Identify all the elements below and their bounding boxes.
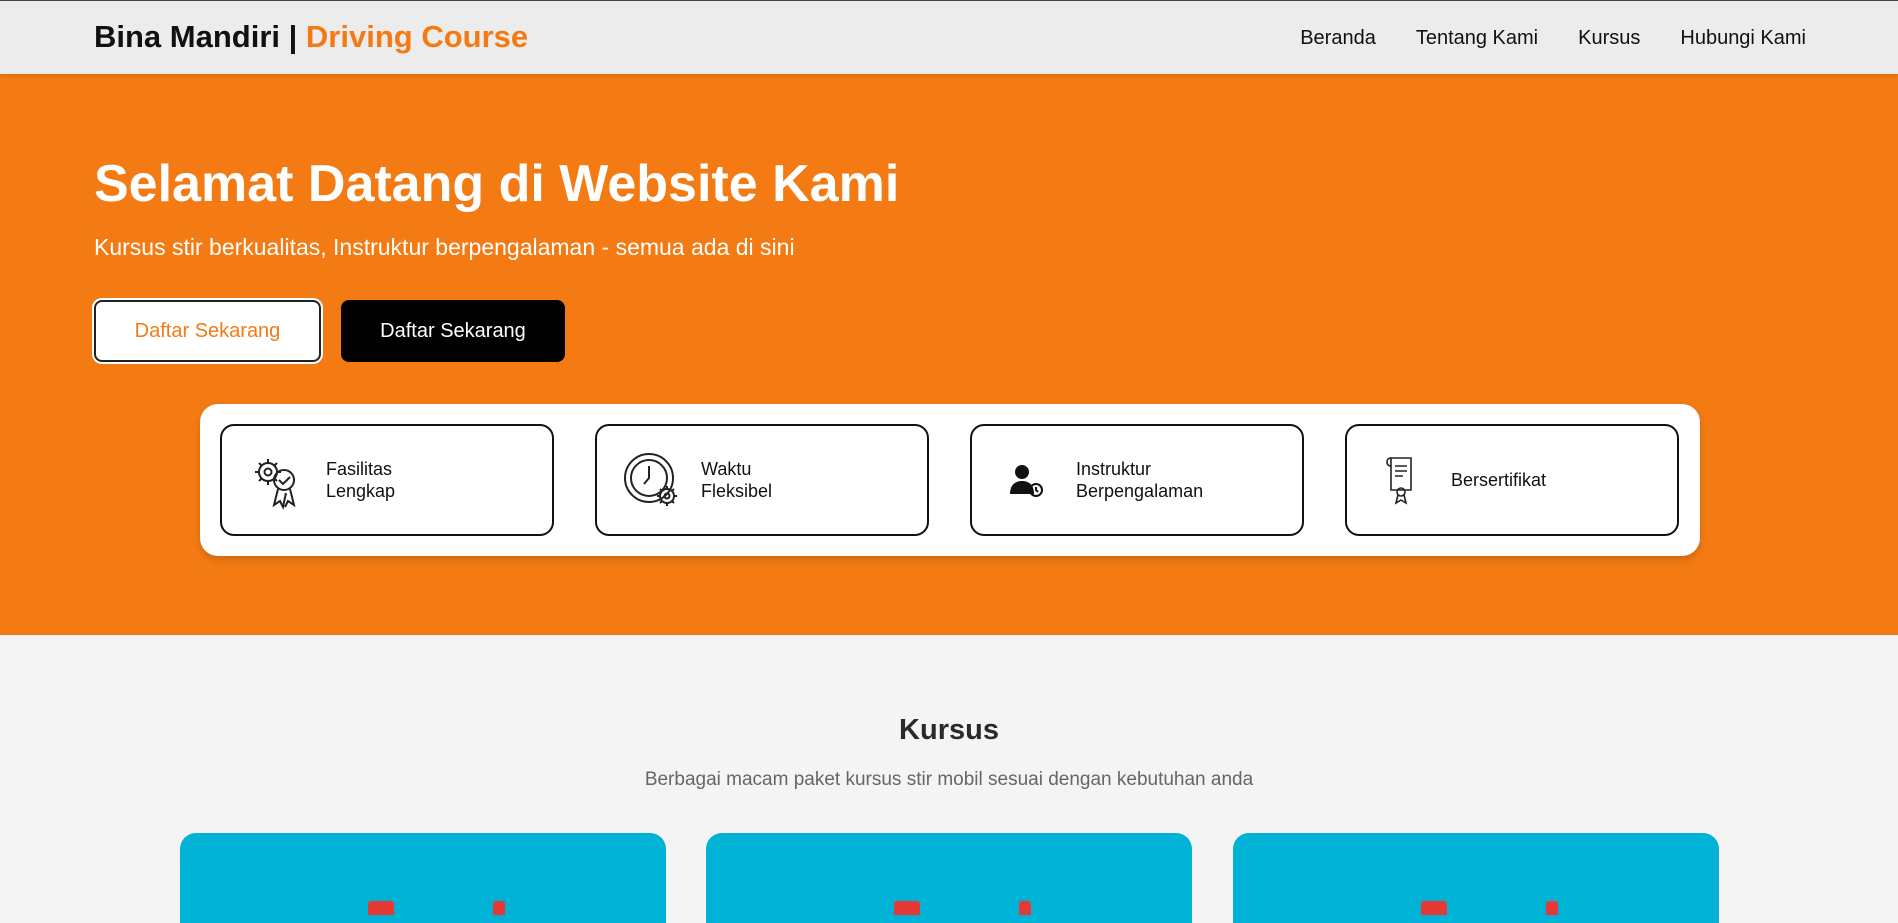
register-button-primary[interactable]: Daftar Sekarang	[94, 300, 321, 362]
course-card[interactable]	[706, 833, 1192, 923]
car-icon-part	[1019, 901, 1031, 915]
clock-gear-icon	[624, 453, 677, 506]
feature-card-instruktur: Instruktur Berpengalaman	[970, 424, 1304, 536]
car-icon	[894, 901, 920, 915]
feature-line1: Waktu	[701, 459, 752, 479]
nav-tentang-kami[interactable]: Tentang Kami	[1416, 27, 1538, 50]
brand-main-text: Bina Mandiri |	[94, 19, 306, 54]
feature-card-waktu: Waktu Fleksibel	[595, 424, 929, 536]
hero-subtitle: Kursus stir berkualitas, Instruktur berp…	[94, 234, 795, 260]
hero-section: Selamat Datang di Website Kami Kursus st…	[0, 74, 1898, 635]
features-panel: Fasilitas Lengkap Waktu Fleksibel Instru…	[200, 404, 1700, 556]
register-button-secondary[interactable]: Daftar Sekarang	[341, 300, 565, 362]
feature-label: Bersertifikat	[1451, 426, 1661, 534]
feature-label: Fasilitas Lengkap	[326, 426, 536, 534]
feature-line2: Fleksibel	[701, 481, 773, 501]
feature-line1: Fasilitas	[326, 459, 393, 479]
nav-hubungi-kami[interactable]: Hubungi Kami	[1680, 27, 1806, 50]
course-card[interactable]	[180, 833, 666, 923]
gear-badge-icon	[255, 459, 296, 510]
feature-card-bersertifikat: Bersertifikat	[1345, 424, 1679, 536]
car-icon	[368, 901, 394, 915]
feature-label: Waktu Fleksibel	[701, 426, 911, 534]
car-icon-part	[493, 901, 505, 915]
feature-label: Instruktur Berpengalaman	[1076, 426, 1286, 534]
car-icon	[1421, 901, 1447, 915]
feature-line2: Berpengalaman	[1076, 481, 1204, 501]
certificate-icon	[1386, 457, 1412, 505]
feature-line1: Bersertifikat	[1451, 470, 1547, 490]
courses-title: Kursus	[899, 714, 999, 746]
hero-title: Selamat Datang di Website Kami	[94, 155, 900, 213]
nav-beranda[interactable]: Beranda	[1300, 27, 1376, 50]
site-header: Bina Mandiri | Driving Course Beranda Te…	[0, 0, 1898, 74]
car-icon-part	[1546, 901, 1558, 915]
nav-kursus[interactable]: Kursus	[1578, 27, 1640, 50]
feature-line2: Lengkap	[326, 481, 396, 501]
feature-card-fasilitas: Fasilitas Lengkap	[220, 424, 554, 536]
main-nav: Beranda Tentang Kami Kursus Hubungi Kami	[1300, 27, 1806, 50]
course-card[interactable]	[1233, 833, 1719, 923]
feature-line1: Instruktur	[1076, 459, 1152, 479]
brand-accent-text: Driving Course	[305, 19, 529, 54]
instructor-icon	[1010, 465, 1043, 497]
brand-logo[interactable]: Bina Mandiri | Driving Course	[94, 19, 528, 55]
courses-subtitle: Berbagai macam paket kursus stir mobil s…	[644, 769, 1254, 790]
